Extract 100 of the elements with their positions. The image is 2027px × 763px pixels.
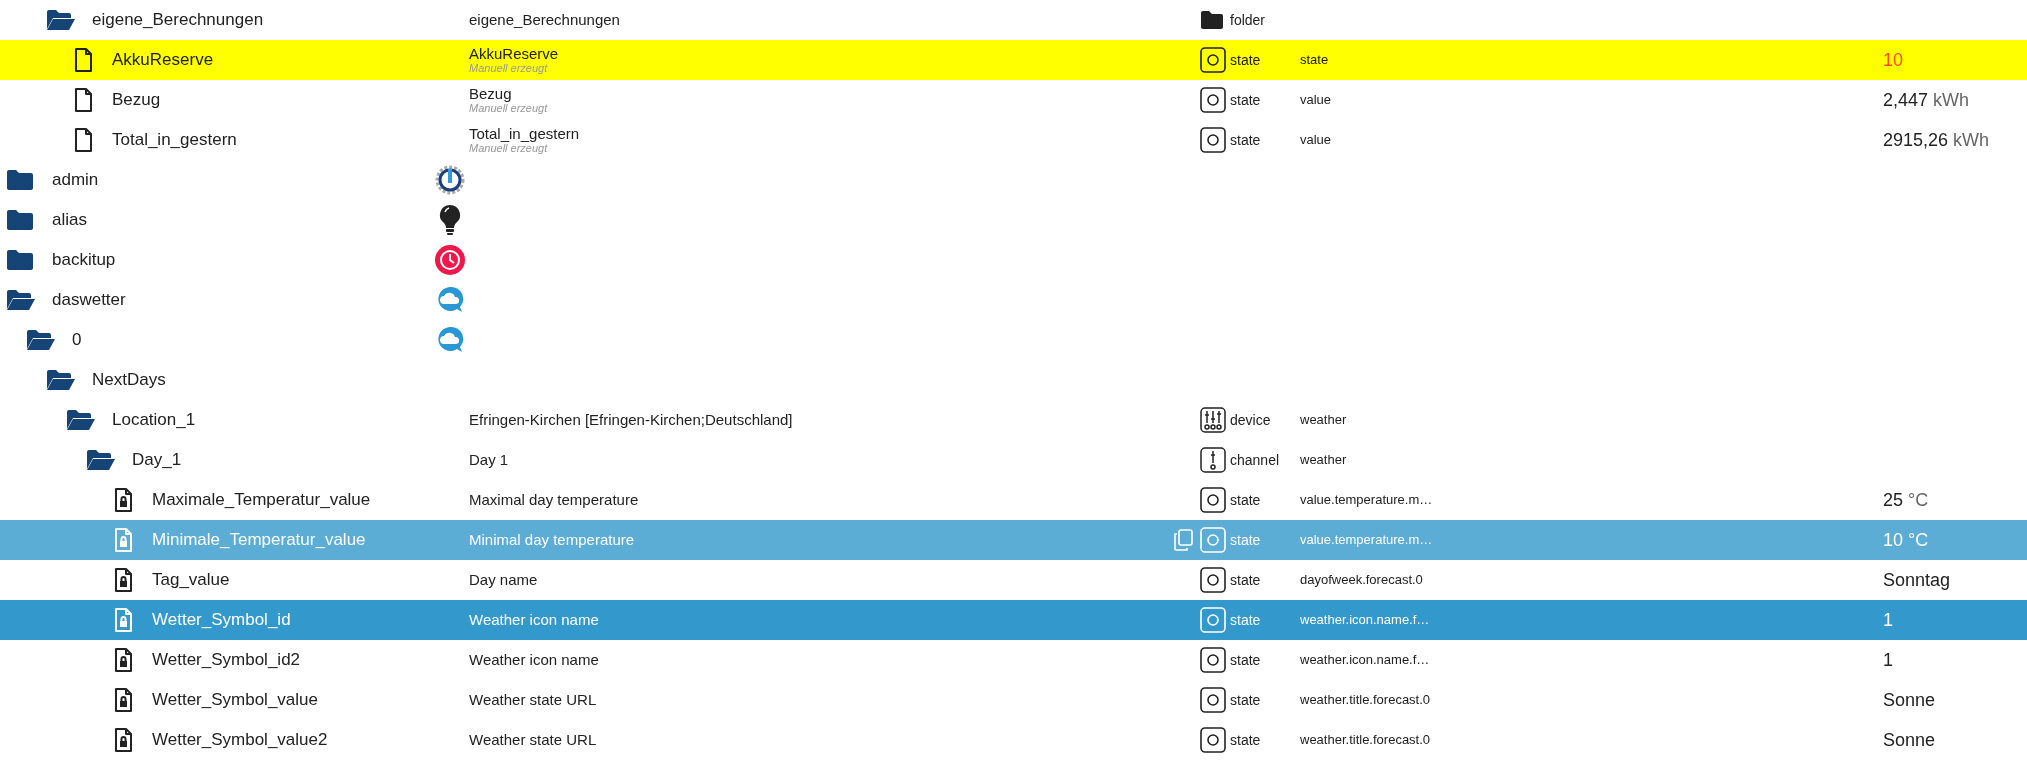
tree-row[interactable]: backitup [0,240,2027,280]
tree-row[interactable]: Total_in_gestern Total_in_gestern Manuell erzeugt state value 2915,26 kWh [0,120,2027,160]
type-label: state [1230,531,1261,548]
node-name: Wetter_Symbol_value2 [152,729,328,752]
node-name: AkkuReserve [112,49,214,72]
tree-row[interactable]: alias [0,200,2027,240]
role-label: value [1300,92,1332,108]
description-note: Manuell erzeugt [469,102,549,115]
node-name: 0 [72,329,82,352]
state-value: 1 [1883,649,1893,670]
description: Bezug [469,85,513,103]
tree-row[interactable]: 0 [0,320,2027,360]
description: Day 1 [469,451,510,469]
unit-label: °C [1908,489,1929,510]
role-label: value.temperature.m… [1300,492,1433,508]
description: eigene_Berechnungen [469,11,621,29]
node-name: Bezug [112,89,161,112]
role-label: weather [1300,412,1347,428]
unit-label: kWh [1953,129,1990,150]
node-name: alias [52,209,87,232]
tree-row[interactable]: Day_1 Day 1 channel weather [0,440,2027,480]
description-note: Manuell erzeugt [469,142,549,155]
description: AkkuReserve [469,45,560,63]
role-label: value [1300,132,1332,148]
unit-label: °C [1908,529,1929,550]
node-name: daswetter [52,289,126,312]
description: Day name [469,571,539,589]
state-value: 1 [1883,609,1893,630]
type-label: folder [1230,11,1266,28]
description-note: Manuell erzeugt [469,62,549,75]
state-value: Sonne [1883,729,1936,750]
role-label: dayofweek.forecast.0 [1300,572,1423,588]
node-name: Wetter_Symbol_id2 [152,649,301,672]
node-name: Day_1 [132,449,182,472]
node-name: backitup [52,249,116,272]
node-name: eigene_Berechnungen [92,9,264,32]
locked-file-icon [114,568,133,592]
state-value: 2,447 [1883,89,1929,110]
tree-row[interactable]: NextDays [0,360,2027,400]
locked-file-icon [114,608,133,632]
state-value: 25 [1883,489,1904,510]
locked-file-icon [114,728,133,752]
role-label: state [1300,52,1329,68]
type-label: state [1230,571,1261,588]
state-value: 10 [1883,49,1904,70]
type-label: state [1230,51,1261,68]
role-label: value.temperature.m… [1300,532,1433,548]
tree-row[interactable]: eigene_Berechnungen eigene_Berechnungen folder [0,0,2027,40]
node-name: Total_in_gestern [112,129,237,152]
node-name: admin [52,169,99,192]
file-icon [74,128,93,152]
locked-file-icon [114,648,133,672]
type-label: state [1230,691,1261,708]
copy-icon[interactable] [1172,529,1193,551]
tree-row[interactable]: Location_1 Efringen-Kirchen [Efringen-Kirchen;Deutschland] device weather [0,400,2027,440]
file-icon [74,48,93,72]
description: Weather icon name [469,611,600,629]
type-label: device [1230,411,1271,428]
role-label: weather.icon.name.f… [1300,612,1430,628]
node-name: Minimale_Temperatur_value [152,529,366,552]
tree-row[interactable]: Maximale_Temperatur_value Maximal day temperature state value.temperature.m… 25 °C [0,480,2027,520]
tree-row[interactable]: Bezug Bezug Manuell erzeugt state value 2,447 kWh [0,80,2027,120]
tree-row[interactable]: Wetter_Symbol_id2 Weather icon name state weather.icon.name.f… 1 [0,640,2027,680]
description: Maximal day temperature [469,491,640,509]
description: Total_in_gestern [469,125,581,143]
type-label: state [1230,131,1261,148]
state-value: 2915,26 [1883,129,1949,150]
node-name: Wetter_Symbol_id [152,609,291,632]
description: Weather state URL [469,731,598,749]
role-label: weather [1300,452,1347,468]
unit-label: kWh [1933,89,1970,110]
node-name: NextDays [92,369,166,392]
description: Minimal day temperature [469,531,636,549]
tree-row[interactable]: AkkuReserve AkkuReserve Manuell erzeugt state state 10 [0,40,2027,80]
node-name: Location_1 [112,409,196,432]
tree-row[interactable]: daswetter [0,280,2027,320]
role-label: weather.icon.name.f… [1300,652,1430,668]
locked-file-icon [114,528,133,552]
type-label: state [1230,651,1261,668]
role-label: weather.title.forecast.0 [1300,692,1431,708]
description: Weather state URL [469,691,598,709]
state-value: Sonne [1883,689,1936,710]
node-name: Wetter_Symbol_value [152,689,318,712]
node-name: Tag_value [152,569,230,592]
locked-file-icon [114,688,133,712]
description: Weather icon name [469,651,600,669]
type-label: channel [1230,451,1280,468]
node-name: Maximale_Temperatur_value [152,489,371,512]
description: Efringen-Kirchen [Efringen-Kirchen;Deutschland] [469,411,794,429]
tree-row[interactable]: Wetter_Symbol_value Weather state URL state weather.title.forecast.0 Sonne [0,680,2027,720]
type-label: state [1230,611,1261,628]
type-label: state [1230,91,1261,108]
file-icon [74,88,93,112]
type-label: state [1230,491,1261,508]
tree-row[interactable]: Wetter_Symbol_value2 Weather state URL state weather.title.forecast.0 Sonne [0,720,2027,760]
type-label: state [1230,731,1261,748]
tree-row[interactable]: Tag_value Day name state dayofweek.forecast.0 Sonntag [0,560,2027,600]
state-value: Sonntag [1883,569,1951,590]
tree-row[interactable]: admin [0,160,2027,200]
state-value: 10 [1883,529,1904,550]
